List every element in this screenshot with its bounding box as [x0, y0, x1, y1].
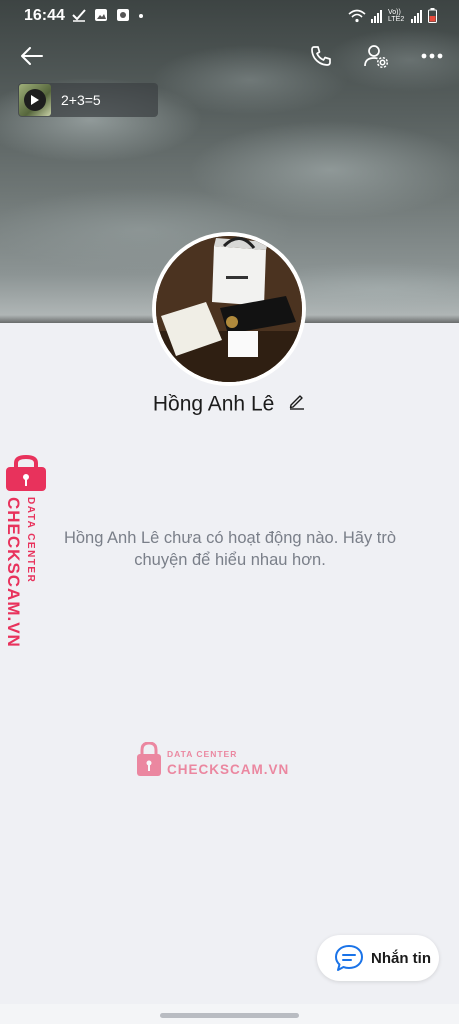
signal-2-icon [411, 9, 422, 23]
status-notification-icons [72, 8, 144, 22]
network-label: Vo)) LTE2 [388, 8, 405, 23]
watermark-tagline-vertical: DATA CENTER [25, 497, 36, 583]
status-bar: 16:44 Vo)) LTE2 [0, 0, 459, 32]
battery-icon [428, 8, 437, 23]
gallery-icon [95, 9, 107, 21]
chat-bubble-icon [335, 945, 363, 971]
profile-name: Hồng Anh Lê [152, 392, 275, 416]
watermark-center: DATA CENTER CHECKSCAM.VN [136, 741, 296, 782]
pencil-icon [289, 395, 305, 411]
avatar-image [156, 236, 302, 382]
dot-icon [139, 14, 143, 18]
play-icon [24, 89, 46, 111]
message-button-label: Nhắn tin [371, 949, 431, 967]
profile-name-row: Hồng Anh Lê [0, 392, 459, 416]
profile-settings-button[interactable] [360, 40, 392, 72]
story-chip[interactable]: 2+3=5 [18, 83, 158, 117]
arrow-left-icon [21, 47, 43, 65]
watermark-brand: CHECKSCAM.VN [167, 762, 289, 777]
avatar[interactable] [152, 232, 306, 386]
call-button[interactable] [305, 40, 337, 72]
edit-name-button[interactable] [288, 392, 306, 416]
status-system-icons: Vo)) LTE2 [348, 8, 437, 23]
empty-activity-message: Hồng Anh Lê chưa có hoạt động nào. Hãy t… [63, 529, 397, 569]
app-notification-icon [117, 9, 129, 21]
more-options-button[interactable] [416, 40, 448, 72]
home-indicator[interactable] [160, 1013, 299, 1018]
phone-icon [311, 46, 331, 66]
watermark-brand-vertical: CHECKSCAM.VN [4, 497, 23, 648]
message-button[interactable]: Nhắn tin [317, 935, 439, 981]
back-button[interactable] [16, 40, 48, 72]
watermark-tagline: DATA CENTER [167, 749, 237, 759]
status-time: 16:44 [24, 7, 65, 24]
signal-icon [371, 9, 382, 23]
wifi-icon [348, 9, 366, 22]
more-horizontal-icon [421, 53, 443, 59]
check-icon [72, 9, 86, 22]
story-label: 2+3=5 [61, 92, 101, 108]
story-thumbnail [19, 84, 51, 116]
user-settings-icon [364, 45, 389, 69]
